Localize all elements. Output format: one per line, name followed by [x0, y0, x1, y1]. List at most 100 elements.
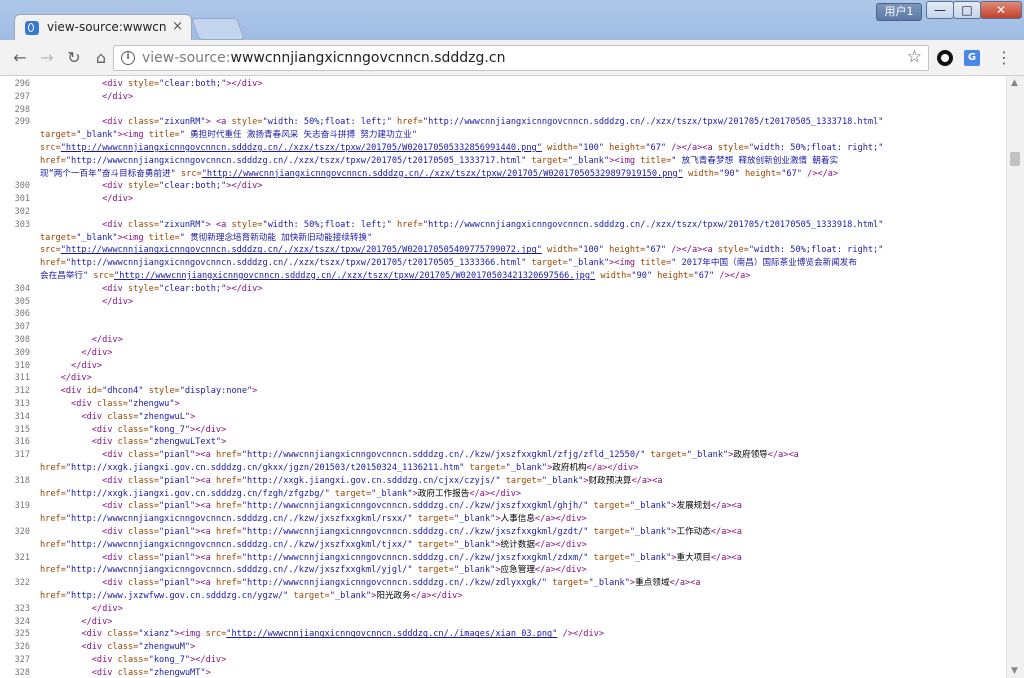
- source-token: "67": [781, 168, 802, 179]
- source-token: "http://wwwcnnjiangxicnngovcnncn.sddd​zg…: [241, 578, 548, 589]
- source-code: <div class="zixunRM"> <a style="width: 5…: [40, 219, 883, 232]
- address-bar[interactable]: i view-source:wwwcnnjiangxicnngovcnncn.s…: [113, 45, 929, 71]
- close-tab-icon[interactable]: ×: [172, 19, 183, 34]
- source-code: src="http://wwwcnnjiangxicnngovcnncn.sdd…: [40, 142, 883, 155]
- source-token: target=: [412, 514, 454, 525]
- line-number: 328: [14, 667, 30, 678]
- scroll-up-arrow-icon[interactable]: ▲: [1011, 78, 1018, 88]
- source-line: src="http://wwwcnnjiangxicnngovcnncn.sdd…: [0, 142, 1006, 155]
- source-token: <img: [122, 130, 149, 141]
- browser-menu-icon[interactable]: ⋮: [995, 48, 1013, 68]
- source-link[interactable]: "http://wwwcnnjiangxicnngovcnncn.sddd​zg…: [226, 629, 557, 639]
- vertical-scrollbar[interactable]: ▲ ▼: [1006, 76, 1024, 678]
- source-token: "clear:both;": [159, 181, 227, 192]
- source-token: "width: 50%;float: right;": [748, 143, 884, 153]
- source-token: style=: [127, 283, 160, 294]
- source-code: target="_blank"><img title=" 勇担时代重任 激扬青春…: [40, 129, 417, 142]
- back-arrow-icon[interactable]: ←: [10, 48, 30, 68]
- source-code: <div style="clear:both;"></div>: [40, 283, 262, 296]
- source-line: src="http://wwwcnnjiangxicnngovcnncn.sdd…: [0, 244, 1006, 257]
- source-token: href=: [40, 539, 66, 550]
- forward-arrow-icon[interactable]: →: [37, 48, 57, 68]
- scroll-down-arrow-icon[interactable]: ▼: [1011, 666, 1018, 676]
- source-token: href=: [397, 219, 423, 230]
- tab-view-source[interactable]: view-source:wwwcnnji ×: [14, 14, 192, 40]
- source-line: target="_blank"><img title=" 勇担时代重任 激扬青春…: [0, 129, 1006, 142]
- source-link[interactable]: "http://wwwcnnjiangxicnngovcnncn.sddd​zg…: [61, 143, 542, 153]
- source-token: target=: [645, 450, 687, 461]
- profile-button[interactable]: 用户1: [876, 3, 922, 21]
- source-token: "100": [578, 245, 604, 256]
- source-token: <div: [40, 642, 108, 653]
- scrollbar-thumb[interactable]: [1010, 152, 1020, 166]
- source-line: 321 <div class="pianl"><a href="http://w…: [0, 552, 1006, 565]
- source-token: <div: [40, 424, 118, 435]
- close-window-button[interactable]: ✕: [980, 1, 1022, 19]
- line-number: 297: [14, 91, 30, 102]
- source-token: </a><a: [710, 501, 742, 512]
- source-token: "67": [645, 245, 667, 256]
- source-token: "100": [578, 143, 604, 153]
- source-token: "_blank": [505, 463, 548, 473]
- source-token: "http://wwwcnnjiangxicnngovcnncn.sddd​zg…: [65, 565, 413, 576]
- source-code: href="http://xxgk.jiangxi.gov.cn.sddd​zg…: [40, 462, 638, 475]
- home-icon[interactable]: ⌂: [91, 48, 111, 68]
- source-token: href=: [215, 578, 242, 589]
- source-token: "_blank": [371, 488, 413, 499]
- source-token: <div: [40, 552, 128, 563]
- source-token: class=: [127, 578, 160, 589]
- source-token: "zhengwuLText": [148, 437, 222, 448]
- line-number: 313: [14, 399, 30, 409]
- bookmark-star-icon[interactable]: ☆: [907, 47, 922, 67]
- source-code: <div class="pianl"><a href="http://wwwcn…: [40, 577, 700, 590]
- reload-icon[interactable]: ↻: [64, 48, 84, 68]
- source-token: "_blank": [629, 527, 672, 537]
- source-code: <div class="zhengwuMT">: [40, 667, 211, 678]
- source-token: style=: [231, 117, 263, 128]
- source-link[interactable]: "http://wwwcnnjiangxicnngovcnncn.sddd​zg…: [202, 169, 683, 179]
- source-token: "_blank": [629, 552, 672, 563]
- source-code: </div>: [40, 616, 112, 629]
- source-line: href="http://wwwcnnjiangxicnngovcnncn.sd…: [0, 539, 1006, 552]
- line-number: 304: [14, 283, 30, 294]
- extension-ring-icon[interactable]: [937, 50, 953, 66]
- source-token: class=: [117, 655, 149, 665]
- source-token: >: [174, 399, 180, 409]
- url-text[interactable]: view-source:wwwcnnjiangxicnngovcnncn.sdd…: [142, 50, 505, 66]
- maximize-button[interactable]: □: [953, 1, 981, 19]
- source-token: "_blank": [686, 450, 729, 461]
- site-info-icon[interactable]: i: [121, 51, 135, 65]
- line-number: 325: [14, 629, 30, 640]
- source-token: src=: [175, 168, 202, 179]
- source-token: <div: [40, 527, 128, 537]
- source-token: <div: [40, 655, 118, 665]
- source-line: 324 </div>: [0, 616, 1006, 629]
- source-line: 304 <div style="clear:both;"></div>: [0, 283, 1006, 296]
- source-view[interactable]: 296 <div style="clear:both;"></div> 297 <…: [0, 76, 1006, 678]
- minimize-button[interactable]: —: [926, 1, 954, 19]
- source-token: target=: [526, 155, 568, 166]
- source-token: <div: [40, 667, 118, 678]
- source-link[interactable]: "http://wwwcnnjiangxicnngovcnncn.sddd​zg…: [114, 271, 595, 281]
- translate-extension-icon[interactable]: G: [964, 50, 980, 66]
- source-token: width=: [595, 271, 632, 281]
- line-number: 308: [14, 335, 30, 345]
- source-token: "_blank": [567, 258, 610, 269]
- new-tab-button[interactable]: [190, 18, 246, 40]
- source-token: class=: [117, 424, 149, 435]
- source-token: "http://xxgk.jiangxi.gov.cn.sddd​zg.cn/f…: [65, 488, 330, 499]
- source-token: href=: [40, 514, 66, 525]
- source-line: 322 <div class="pianl"><a href="http://w…: [0, 577, 1006, 590]
- source-token: "http://wwwcnnjiangxicnngovcnncn.sddd​zg…: [65, 514, 413, 525]
- source-line: 316 <div class="zhengwuLText">: [0, 436, 1006, 449]
- source-link[interactable]: "http://wwwcnnjiangxicnngovcnncn.sddd​zg…: [61, 245, 542, 255]
- source-line: 327 <div class="kong_7"></div>: [0, 654, 1006, 667]
- source-line: 308 </div>: [0, 334, 1006, 347]
- source-token: href=: [215, 450, 242, 461]
- source-token: target=: [588, 527, 630, 537]
- source-token: "http://wwwcnnjiangxicnngovcnncn.sddd​zg…: [241, 501, 589, 512]
- source-token: 会在昌举行": [40, 271, 89, 281]
- source-token: 政府领导: [733, 450, 768, 461]
- source-token: href=: [397, 117, 423, 128]
- source-token: src=: [88, 271, 115, 281]
